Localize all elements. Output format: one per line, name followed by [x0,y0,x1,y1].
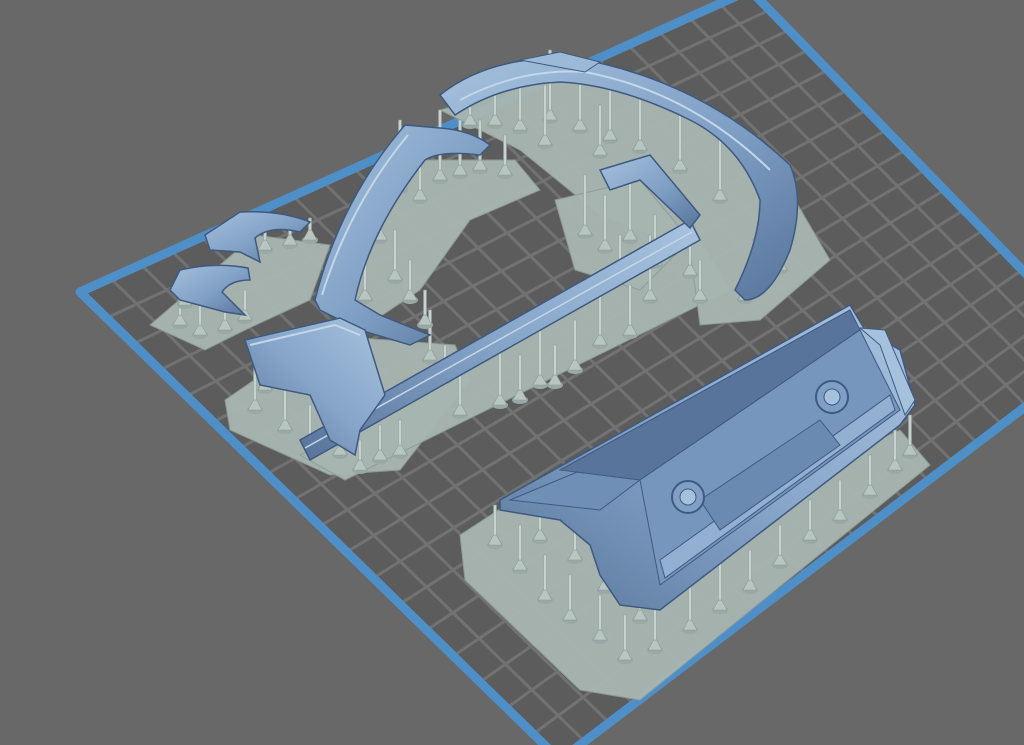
3d-viewport[interactable] [0,0,1024,745]
scene-canvas[interactable] [0,0,1024,745]
